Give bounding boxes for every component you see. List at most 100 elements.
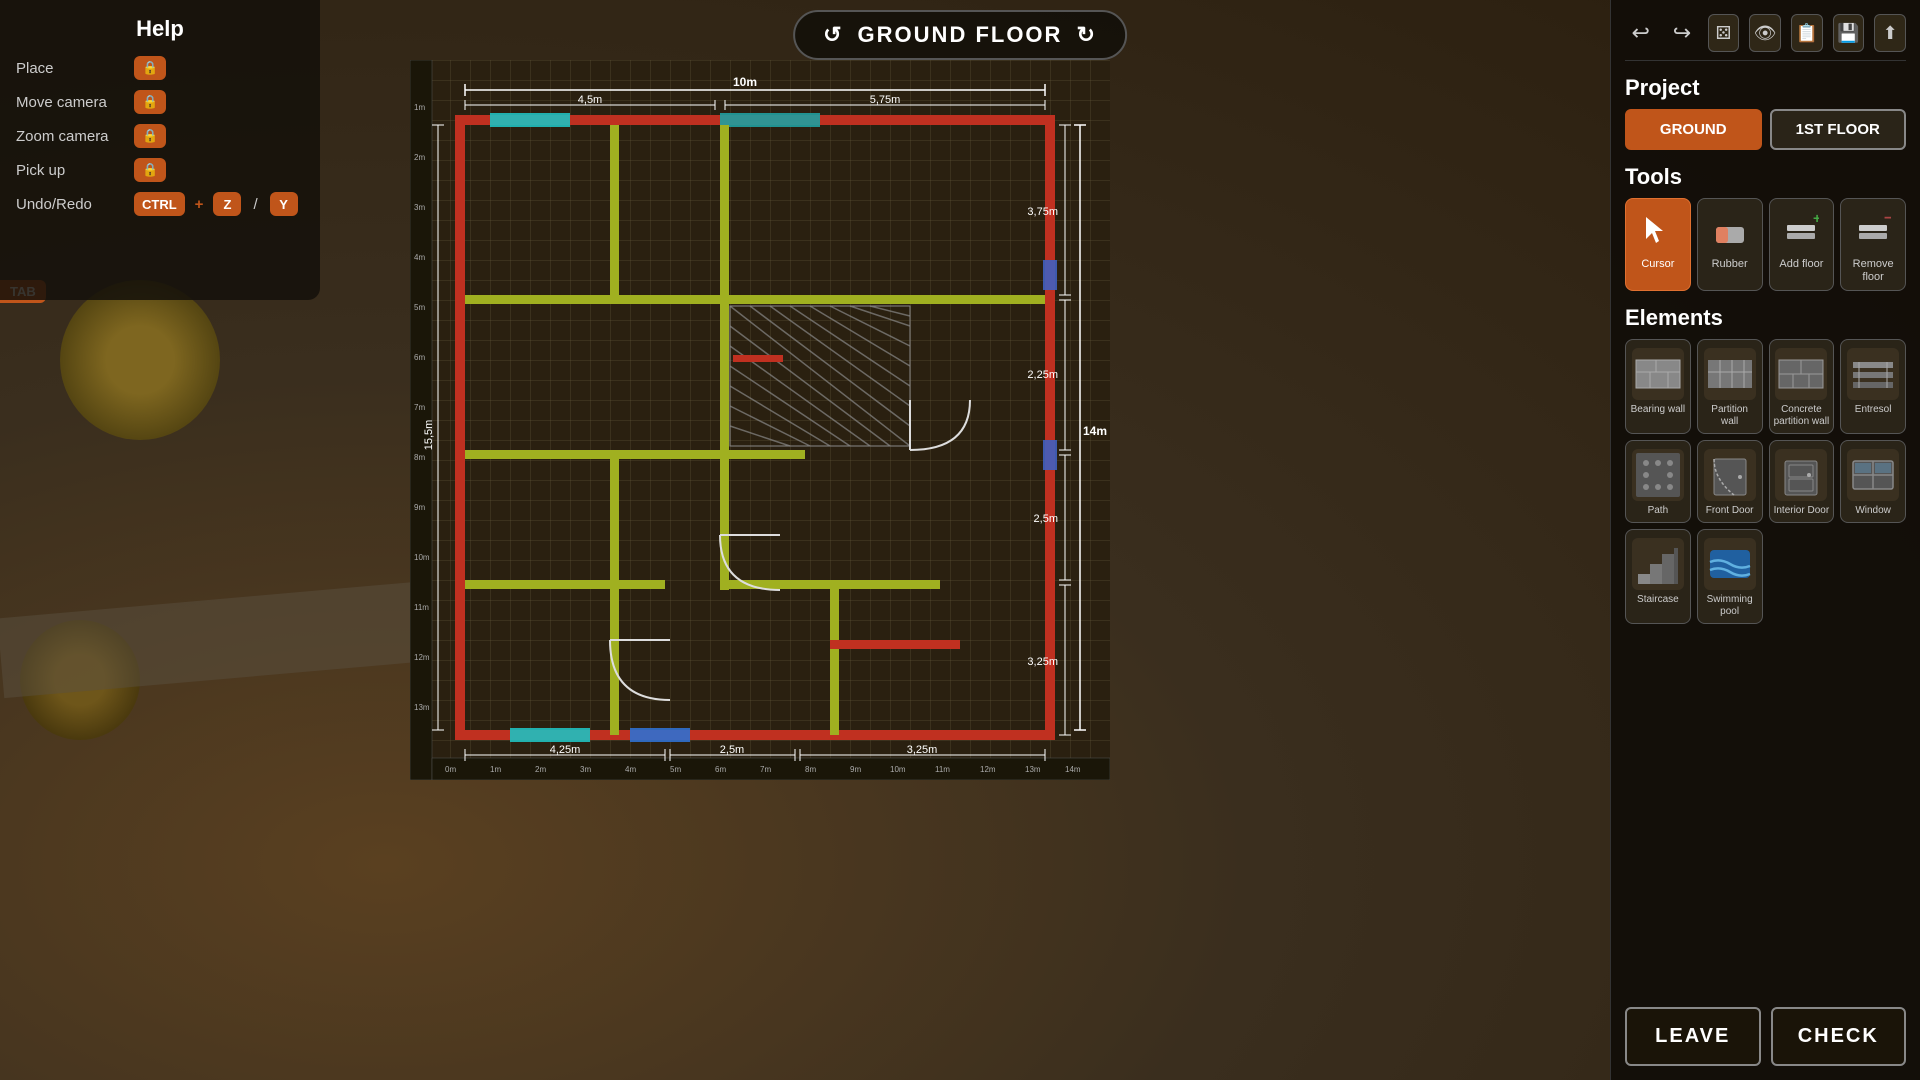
- key-z: Z: [213, 192, 241, 216]
- tree-decoration: [60, 280, 220, 440]
- svg-text:4,5m: 4,5m: [578, 94, 602, 106]
- tools-grid: Cursor Rubber +: [1625, 198, 1906, 291]
- svg-text:−: −: [1884, 213, 1891, 227]
- svg-text:1m: 1m: [414, 103, 425, 112]
- first-floor-button[interactable]: 1ST FLOOR: [1770, 109, 1907, 150]
- concrete-wall-label: Concrete partition wall: [1774, 404, 1830, 428]
- svg-text:2,5m: 2,5m: [1034, 513, 1058, 525]
- elements-title: Elements: [1625, 305, 1906, 331]
- help-row-pickup: Pick up 🔒: [16, 158, 304, 182]
- front-door-icon: [1704, 449, 1756, 501]
- svg-text:7m: 7m: [760, 765, 771, 774]
- cursor-icon: [1636, 209, 1680, 253]
- window-icon: [1847, 449, 1899, 501]
- swimming-pool-icon: [1704, 538, 1756, 590]
- svg-text:13m: 13m: [1025, 765, 1041, 774]
- elements-section: Elements Bearing wall: [1625, 305, 1906, 624]
- undo-button[interactable]: ↩: [1625, 14, 1656, 52]
- project-title: Project: [1625, 75, 1906, 101]
- key-place: 🔒: [134, 56, 166, 80]
- staircase-icon: [1632, 538, 1684, 590]
- partition-wall-element[interactable]: Partition wall: [1697, 339, 1763, 434]
- save-button[interactable]: 💾: [1833, 14, 1865, 52]
- svg-text:12m: 12m: [980, 765, 996, 774]
- svg-text:6m: 6m: [414, 353, 425, 362]
- svg-text:13m: 13m: [414, 703, 430, 712]
- svg-text:6m: 6m: [715, 765, 726, 774]
- dice-button[interactable]: ⚄: [1708, 14, 1740, 52]
- svg-text:10m: 10m: [733, 75, 757, 89]
- export-button[interactable]: ⬆: [1874, 14, 1906, 52]
- key-y: Y: [270, 192, 298, 216]
- svg-text:5,75m: 5,75m: [870, 94, 901, 106]
- floor-refresh-icon[interactable]: ↺: [823, 22, 843, 48]
- svg-text:11m: 11m: [414, 603, 429, 612]
- help-title: Help: [16, 16, 304, 42]
- rubber-tool[interactable]: Rubber: [1697, 198, 1763, 291]
- key-pickup: 🔒: [134, 158, 166, 182]
- add-floor-tool[interactable]: + Add floor: [1769, 198, 1835, 291]
- bearing-wall-icon: [1632, 348, 1684, 400]
- rubber-icon: [1708, 209, 1752, 253]
- leave-button[interactable]: LEAVE: [1625, 1007, 1761, 1066]
- eye-button[interactable]: 👁: [1749, 14, 1781, 52]
- path-icon: [1632, 449, 1684, 501]
- help-panel: Help Place 🔒 Move camera 🔒 Zoom camera 🔒…: [0, 0, 320, 300]
- svg-text:5m: 5m: [670, 765, 681, 774]
- ground-floor-button[interactable]: GROUND: [1625, 109, 1762, 150]
- help-row-move: Move camera 🔒: [16, 90, 304, 114]
- floor-next-icon[interactable]: ↻: [1076, 22, 1096, 48]
- project-section: Project GROUND 1ST FLOOR: [1625, 75, 1906, 150]
- svg-text:7m: 7m: [414, 403, 425, 412]
- clipboard-button[interactable]: 📋: [1791, 14, 1823, 52]
- toolbar-icons: ↩ ↪ ⚄ 👁 📋 💾 ⬆: [1625, 14, 1906, 61]
- svg-text:2,25m: 2,25m: [1027, 369, 1058, 381]
- path-element[interactable]: Path: [1625, 440, 1691, 523]
- svg-text:3,75m: 3,75m: [1027, 206, 1058, 218]
- bottom-buttons: LEAVE CHECK: [1625, 1007, 1906, 1066]
- entresol-label: Entresol: [1855, 404, 1892, 416]
- key-ctrl: CTRL: [134, 192, 185, 216]
- floor-buttons: GROUND 1ST FLOOR: [1625, 109, 1906, 150]
- svg-text:14m: 14m: [1083, 424, 1107, 438]
- svg-text:5m: 5m: [414, 303, 425, 312]
- help-label-undo: Undo/Redo: [16, 196, 126, 213]
- remove-floor-icon: −: [1851, 209, 1895, 253]
- svg-text:10m: 10m: [414, 553, 430, 562]
- swimming-pool-element[interactable]: Swimming pool: [1697, 529, 1763, 624]
- front-door-element[interactable]: Front Door: [1697, 440, 1763, 523]
- help-label-place: Place: [16, 60, 126, 77]
- svg-text:2m: 2m: [535, 765, 546, 774]
- svg-text:14m: 14m: [1065, 765, 1081, 774]
- front-door-label: Front Door: [1706, 505, 1754, 517]
- help-row-zoom: Zoom camera 🔒: [16, 124, 304, 148]
- partition-wall-icon: [1704, 348, 1756, 400]
- svg-text:15,5m: 15,5m: [423, 420, 435, 451]
- entresol-icon: [1847, 348, 1899, 400]
- svg-text:11m: 11m: [935, 765, 950, 774]
- swimming-pool-label: Swimming pool: [1702, 594, 1758, 618]
- svg-text:4,25m: 4,25m: [550, 744, 581, 756]
- cursor-tool[interactable]: Cursor: [1625, 198, 1691, 291]
- check-button[interactable]: CHECK: [1771, 1007, 1907, 1066]
- staircase-label: Staircase: [1637, 594, 1679, 606]
- tools-section: Tools Cursor Rubber: [1625, 164, 1906, 291]
- key-plus: +: [195, 196, 204, 213]
- window-element[interactable]: Window: [1840, 440, 1906, 523]
- entresol-element[interactable]: Entresol: [1840, 339, 1906, 434]
- concrete-wall-icon: [1775, 348, 1827, 400]
- tools-title: Tools: [1625, 164, 1906, 190]
- interior-door-element[interactable]: Interior Door: [1769, 440, 1835, 523]
- elements-grid: Bearing wall Partition wall: [1625, 339, 1906, 624]
- remove-floor-tool[interactable]: − Remove floor: [1840, 198, 1906, 291]
- staircase-element[interactable]: Staircase: [1625, 529, 1691, 624]
- bearing-wall-element[interactable]: Bearing wall: [1625, 339, 1691, 434]
- help-row-undo: Undo/Redo CTRL + Z / Y: [16, 192, 304, 216]
- svg-text:3m: 3m: [414, 203, 425, 212]
- partition-wall-label: Partition wall: [1702, 404, 1758, 428]
- redo-button[interactable]: ↪: [1666, 14, 1697, 52]
- remove-floor-label: Remove floor: [1845, 258, 1901, 284]
- svg-text:3m: 3m: [580, 765, 591, 774]
- bearing-wall-label: Bearing wall: [1631, 404, 1685, 416]
- concrete-wall-element[interactable]: Concrete partition wall: [1769, 339, 1835, 434]
